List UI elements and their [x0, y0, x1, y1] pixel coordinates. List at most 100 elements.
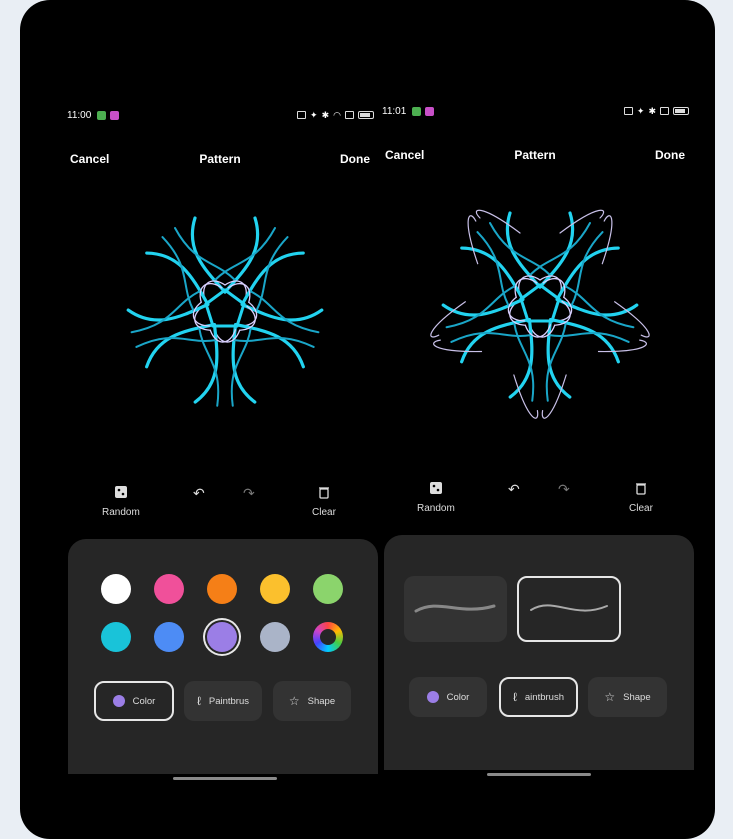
color-swatch[interactable]	[313, 574, 343, 604]
pattern-stroke	[433, 339, 483, 353]
redo-icon: ↷	[243, 485, 255, 501]
redo-button[interactable]: ↷	[243, 485, 255, 502]
undo-icon: ↶	[508, 481, 520, 497]
star-icon: ☆	[604, 690, 616, 704]
top-bar: Cancel Pattern Done	[365, 148, 705, 170]
tab-paintbrush[interactable]: ℓ aintbrush	[499, 677, 578, 717]
tab-shape-label: Shape	[307, 695, 336, 707]
brush-icon: ℓ	[196, 694, 201, 708]
undo-button[interactable]: ↶	[508, 481, 520, 498]
phone-screenshot-frame: 11:00 ✦ ✱ ◠ Cancel Pattern Done Random ↶…	[20, 0, 715, 839]
tab-shape[interactable]: ☆ Shape	[273, 681, 351, 721]
dice-icon	[114, 486, 127, 498]
tab-color[interactable]: Color	[409, 677, 487, 717]
tab-shape[interactable]: ☆ Shape	[588, 677, 667, 717]
undo-icon: ↶	[193, 485, 205, 501]
color-swatch[interactable]	[154, 574, 184, 604]
trash-icon	[318, 487, 329, 499]
battery-icon	[673, 107, 689, 115]
done-button[interactable]: Done	[655, 148, 685, 162]
edit-toolbar: Random ↶ ↷ Clear	[50, 485, 390, 525]
color-panel: Color ℓ Paintbrus ☆ Shape	[68, 539, 378, 774]
app-notification-icon	[412, 106, 422, 116]
status-time: 11:01	[382, 105, 407, 117]
bluetooth-icon: ✱	[648, 105, 656, 116]
pattern-stroke	[476, 231, 510, 307]
bluetooth-icon: ✱	[321, 109, 330, 120]
undo-button[interactable]: ↶	[193, 485, 205, 502]
status-icons: ✦ ✱ ◠	[297, 110, 374, 121]
pattern-stroke	[475, 209, 521, 234]
trash-icon	[635, 483, 646, 495]
tab-paintbrush-label: aintbrush	[524, 691, 564, 703]
right-screen: 11:01 ✦ ✱ Cancel Pattern Done Random ↶ ↷…	[365, 0, 705, 839]
star-icon: ☆	[288, 694, 300, 708]
random-label: Random	[417, 503, 455, 514]
app-notification-icon	[97, 110, 107, 120]
redo-button[interactable]: ↷	[558, 481, 570, 498]
pattern-stroke	[614, 301, 650, 338]
tab-shape-label: Shape	[623, 691, 651, 703]
left-screen: 11:00 ✦ ✱ ◠ Cancel Pattern Done Random ↶…	[50, 0, 390, 839]
redo-icon: ↷	[558, 481, 570, 497]
status-bar: 11:00 ✦ ✱ ◠	[67, 105, 374, 125]
color-swatch[interactable]	[260, 622, 290, 652]
sim-icon	[345, 111, 354, 119]
sim-icon	[660, 107, 669, 115]
pattern-stroke	[231, 322, 257, 404]
clear-label: Clear	[312, 507, 336, 518]
brush-stroke-preview	[414, 604, 496, 613]
color-dot-icon	[112, 695, 125, 707]
pattern-stroke	[546, 317, 572, 399]
color-swatch[interactable]	[101, 622, 131, 652]
top-bar: Cancel Pattern Done	[50, 152, 390, 174]
status-time: 11:00	[67, 109, 92, 121]
tab-color[interactable]: Color	[94, 681, 174, 721]
pattern-stroke	[508, 317, 534, 399]
pattern-center-star	[204, 288, 246, 328]
pattern-center-star	[519, 283, 561, 323]
color-swatch[interactable]	[154, 622, 184, 652]
app-notification-icon	[425, 106, 435, 116]
custom-color-wheel[interactable]	[313, 622, 343, 652]
clear-button[interactable]: Clear	[312, 485, 336, 518]
status-bar: 11:01 ✦ ✱	[382, 101, 689, 121]
mute-icon: ✦	[310, 109, 318, 120]
color-swatch[interactable]	[207, 622, 237, 652]
pattern-stroke	[467, 215, 479, 265]
random-label: Random	[102, 507, 140, 518]
wifi-icon: ◠	[333, 109, 341, 120]
color-swatch[interactable]	[260, 574, 290, 604]
pattern-canvas[interactable]	[120, 210, 330, 410]
tab-color-label: Color	[132, 695, 156, 707]
page-title: Pattern	[514, 148, 556, 162]
dice-icon	[429, 482, 442, 494]
edit-toolbar: Random ↶ ↷ Clear	[365, 481, 705, 521]
pattern-stroke	[559, 209, 605, 234]
paintbrush-panel: Color ℓ aintbrush ☆ Shape	[384, 535, 694, 770]
home-indicator[interactable]	[487, 773, 591, 776]
pattern-stroke	[570, 231, 604, 307]
brush-stroke-preview	[530, 604, 608, 612]
page-title: Pattern	[199, 152, 241, 166]
random-button[interactable]: Random	[417, 481, 455, 514]
nfc-icon	[623, 107, 633, 115]
pattern-canvas[interactable]	[405, 190, 675, 420]
brush-option[interactable]	[404, 576, 507, 642]
pattern-stroke	[601, 215, 613, 265]
color-swatch[interactable]	[101, 574, 131, 604]
home-indicator[interactable]	[173, 777, 277, 780]
tab-paintbrush[interactable]: ℓ Paintbrus	[184, 681, 262, 721]
app-notification-icon	[110, 110, 120, 120]
pattern-stroke	[255, 236, 289, 312]
pattern-stroke	[430, 301, 466, 338]
clear-button[interactable]: Clear	[629, 481, 653, 514]
clear-label: Clear	[629, 503, 653, 514]
status-icons: ✦ ✱	[623, 105, 689, 117]
pattern-stroke	[193, 322, 219, 404]
color-swatch[interactable]	[207, 574, 237, 604]
brush-icon: ℓ	[513, 690, 517, 704]
random-button[interactable]: Random	[102, 485, 140, 518]
mute-icon: ✦	[636, 105, 645, 116]
brush-option-selected[interactable]	[517, 576, 621, 642]
